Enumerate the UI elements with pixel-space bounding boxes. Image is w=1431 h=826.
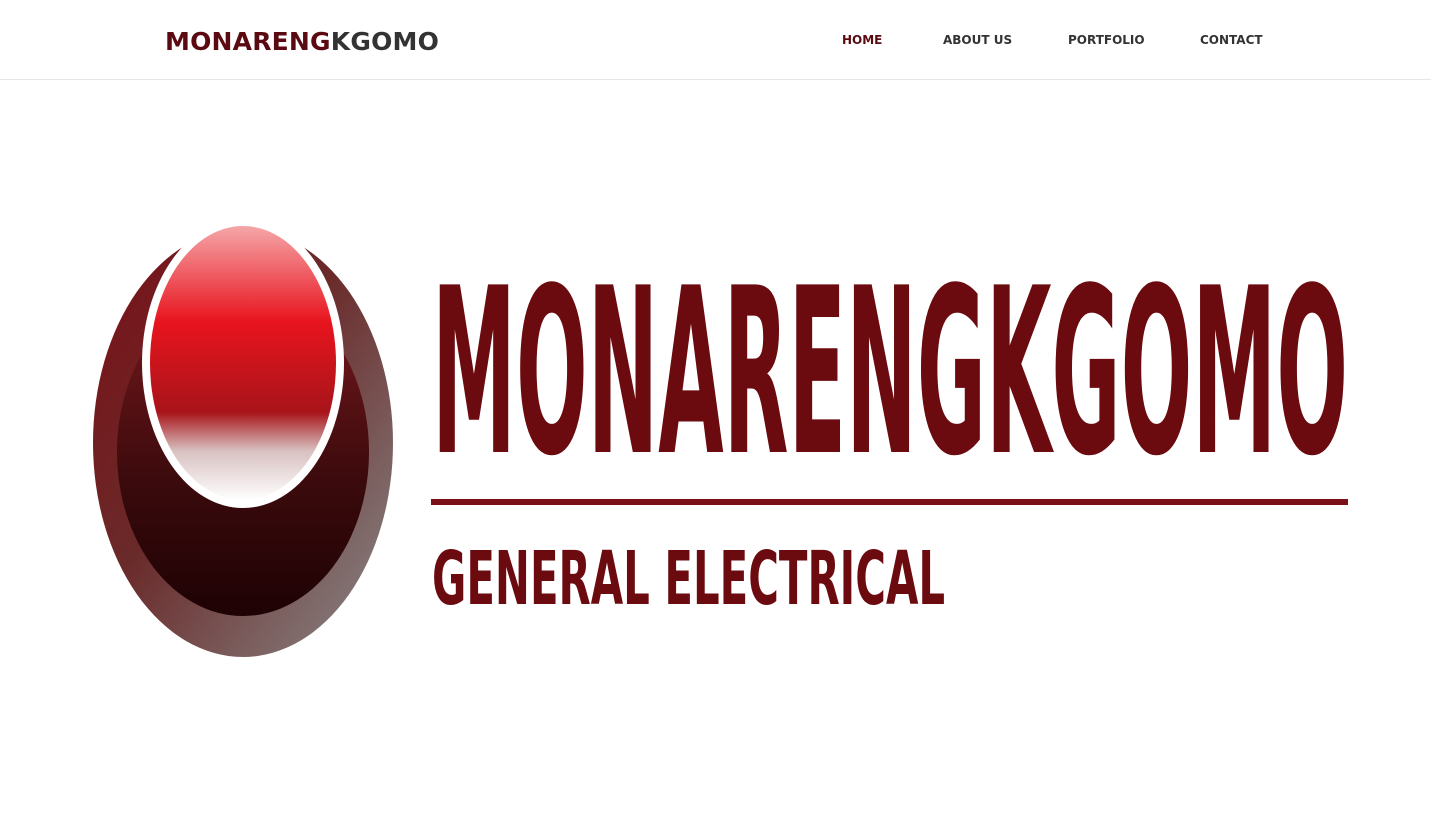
- logo-title: MONARENGKGOMO: [432, 240, 1348, 507]
- nav-portfolio[interactable]: PORTFOLIO: [1068, 31, 1145, 49]
- site-header: MONARENGKGOMO HOME ABOUT US PORTFOLIO CO…: [0, 0, 1431, 80]
- brand-part-1: MONARENG: [165, 27, 331, 56]
- site-logo-text[interactable]: MONARENGKGOMO: [165, 26, 439, 58]
- logo-divider: [431, 499, 1348, 505]
- brand-part-2: KGOMO: [330, 27, 440, 56]
- logo-subtitle: GENERAL ELECTRICAL: [432, 536, 945, 622]
- nav-contact[interactable]: CONTACT: [1200, 31, 1263, 49]
- nav-about-us[interactable]: ABOUT US: [943, 31, 1012, 49]
- emblem-icon: [93, 218, 393, 657]
- hero-banner: MONARENGKGOMO GENERAL ELECTRICAL: [0, 80, 1431, 826]
- hero-logo-graphic: MONARENGKGOMO GENERAL ELECTRICAL: [93, 218, 1348, 657]
- nav-home[interactable]: HOME: [842, 31, 882, 49]
